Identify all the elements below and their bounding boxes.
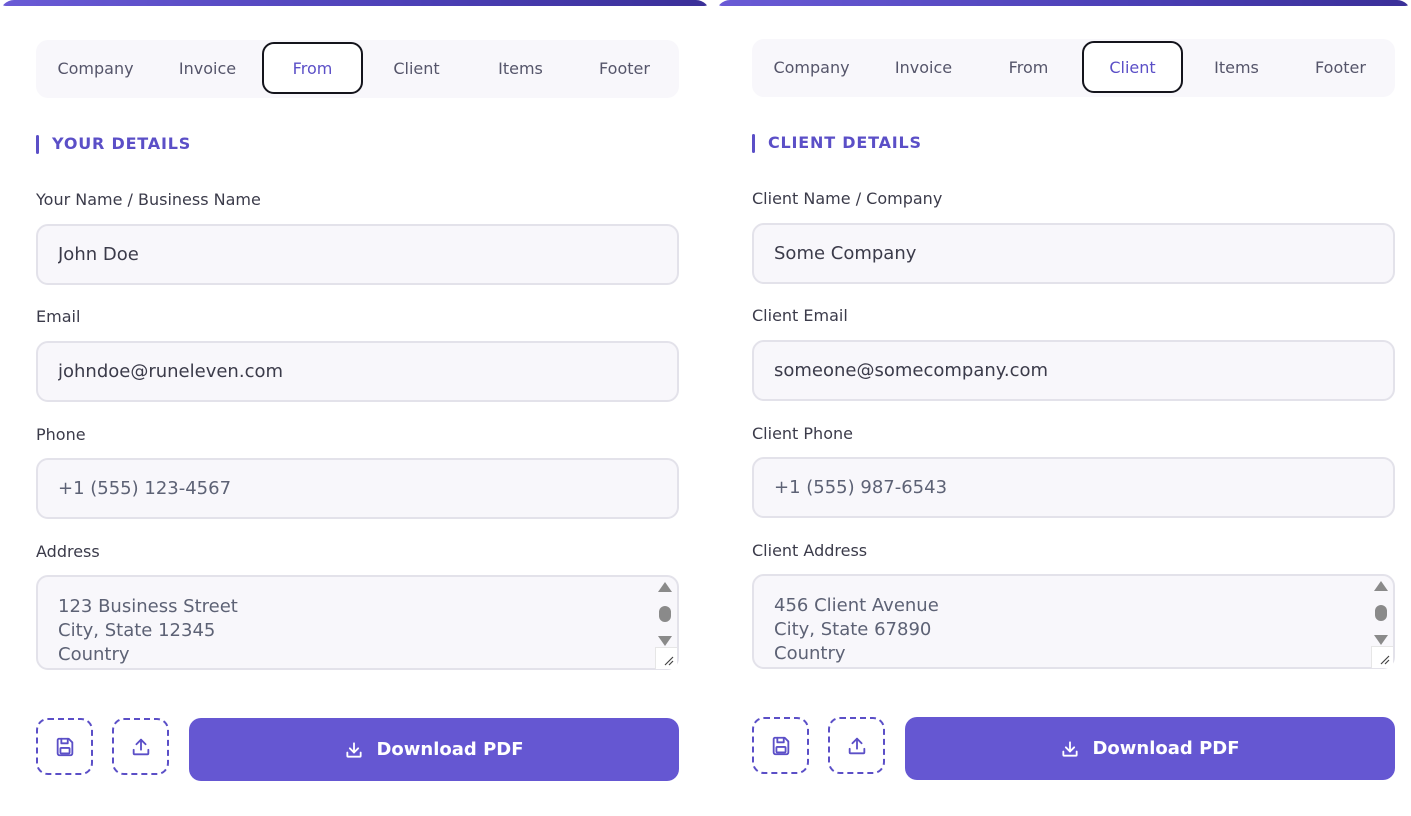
address-label: Address — [36, 542, 100, 561]
tab-client[interactable]: Client — [1082, 41, 1183, 93]
client-name-label: Client Name / Company — [752, 189, 943, 208]
tab-invoice[interactable]: Invoice — [157, 42, 258, 94]
resize-handle-icon[interactable] — [1371, 646, 1393, 668]
phone-label: Phone — [36, 425, 86, 444]
client-email-input[interactable] — [752, 340, 1395, 401]
app-stage: Company Invoice From Client Items Footer… — [0, 0, 1411, 816]
scroll-up-arrow-icon[interactable] — [658, 582, 672, 592]
tab-company[interactable]: Company — [761, 41, 862, 93]
tab-company[interactable]: Company — [45, 42, 146, 94]
name-label: Your Name / Business Name — [36, 190, 261, 209]
tab-from[interactable]: From — [262, 42, 363, 94]
client-phone-input[interactable] — [752, 457, 1395, 518]
save-icon — [56, 737, 73, 756]
upload-button[interactable] — [828, 717, 885, 774]
section-title: CLIENT DETAILS — [752, 133, 922, 153]
address-scrollbar[interactable] — [656, 582, 674, 646]
panel-accent-bar — [0, 0, 710, 6]
client-phone-label: Client Phone — [752, 424, 853, 443]
client-address-textarea[interactable]: 456 Client Avenue City, State 67890 Coun… — [752, 574, 1395, 669]
scroll-down-arrow-icon[interactable] — [1374, 635, 1388, 645]
tab-items[interactable]: Items — [470, 42, 571, 94]
resize-handle-icon[interactable] — [655, 647, 677, 669]
scroll-thumb[interactable] — [659, 606, 671, 622]
download-pdf-button[interactable]: Download PDF — [905, 717, 1395, 780]
email-input[interactable] — [36, 341, 679, 402]
tab-bar: Company Invoice From Client Items Footer — [36, 40, 679, 98]
tab-invoice[interactable]: Invoice — [873, 41, 974, 93]
tab-bar: Company Invoice From Client Items Footer — [752, 39, 1395, 97]
from-panel: Company Invoice From Client Items Footer… — [0, 0, 710, 816]
save-button[interactable] — [36, 718, 93, 775]
address-scrollbar[interactable] — [1372, 581, 1390, 645]
download-pdf-label: Download PDF — [1092, 738, 1240, 759]
client-name-input[interactable] — [752, 223, 1395, 284]
tab-footer[interactable]: Footer — [1290, 41, 1391, 93]
address-textarea[interactable]: 123 Business Street City, State 12345 Co… — [36, 575, 679, 670]
phone-input[interactable] — [36, 458, 679, 519]
scroll-thumb[interactable] — [1375, 605, 1387, 621]
save-button[interactable] — [752, 717, 809, 774]
panel-accent-bar — [716, 0, 1411, 6]
upload-icon — [132, 738, 149, 755]
download-pdf-button[interactable]: Download PDF — [189, 718, 679, 781]
tab-from[interactable]: From — [978, 41, 1079, 93]
client-panel: Company Invoice From Client Items Footer… — [716, 0, 1411, 816]
email-label: Email — [36, 307, 81, 326]
client-address-label: Client Address — [752, 541, 868, 560]
tab-client[interactable]: Client — [366, 42, 467, 94]
tab-footer[interactable]: Footer — [574, 42, 675, 94]
save-icon — [772, 736, 789, 755]
tab-items[interactable]: Items — [1186, 41, 1287, 93]
download-icon — [346, 741, 363, 758]
upload-button[interactable] — [112, 718, 169, 775]
client-email-label: Client Email — [752, 306, 848, 325]
name-input[interactable] — [36, 224, 679, 285]
download-pdf-label: Download PDF — [376, 739, 524, 760]
section-title: YOUR DETAILS — [36, 134, 191, 154]
upload-icon — [848, 737, 865, 754]
download-icon — [1062, 740, 1079, 757]
scroll-up-arrow-icon[interactable] — [1374, 581, 1388, 591]
scroll-down-arrow-icon[interactable] — [658, 636, 672, 646]
